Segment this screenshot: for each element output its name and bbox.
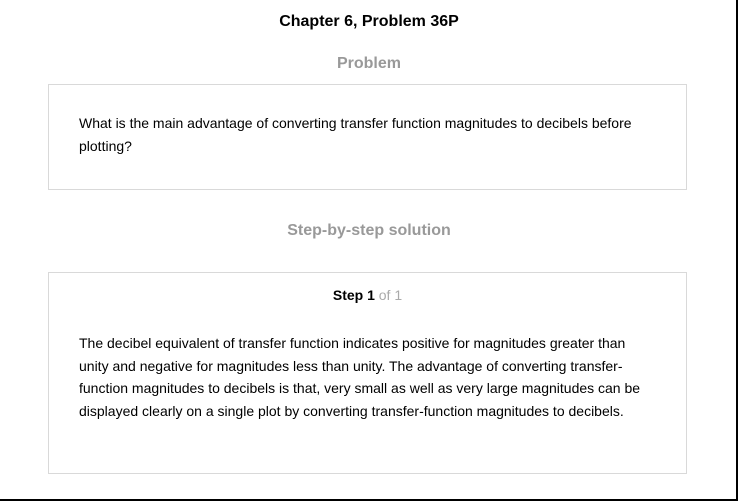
page-title: Chapter 6, Problem 36P bbox=[279, 13, 459, 30]
solution-heading: Step-by-step solution bbox=[287, 222, 451, 239]
solution-card: Step 1 of 1 The decibel equivalent of tr… bbox=[48, 272, 687, 474]
step-total: of 1 bbox=[378, 287, 403, 303]
step-indicator: Step 1 of 1 bbox=[49, 286, 686, 304]
problem-card: What is the main advantage of converting… bbox=[48, 84, 687, 190]
solution-text: The decibel equivalent of transfer funct… bbox=[79, 335, 641, 419]
problem-heading: Problem bbox=[336, 55, 401, 72]
problem-text: What is the main advantage of converting… bbox=[79, 115, 632, 154]
step-label: Step 1 bbox=[332, 287, 375, 303]
